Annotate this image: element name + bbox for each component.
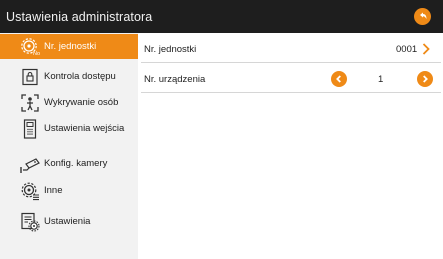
intercom-panel-icon	[19, 118, 41, 140]
sidebar-item-unit-number[interactable]: No Nr. jednostki	[0, 34, 138, 59]
sidebar-item-settings[interactable]: Ustawienia	[0, 209, 138, 234]
camera-icon	[19, 153, 41, 175]
sidebar-item-label: Wykrywanie osób	[44, 97, 119, 108]
back-button[interactable]	[414, 8, 431, 25]
sidebar-item-label: Inne	[44, 185, 63, 196]
sidebar-item-label: Konfig. kamery	[44, 158, 108, 169]
back-arrow-icon	[420, 12, 427, 19]
sidebar-item-label: Ustawienia wejścia	[44, 123, 125, 134]
sidebar-item-entry-settings[interactable]: Ustawienia wejścia	[0, 116, 138, 141]
settings-list-icon	[19, 180, 41, 202]
sidebar: No Nr. jednostki Kontrola dostępu Wykryw…	[0, 33, 138, 259]
device-number-value: 1	[378, 74, 384, 85]
sidebar-item-person-detection[interactable]: Wykrywanie osób	[0, 90, 138, 115]
sidebar-item-other[interactable]: Inne	[0, 178, 138, 203]
unit-number-gear-icon: No	[19, 36, 41, 58]
unit-number-label: Nr. jednostki	[144, 44, 197, 55]
sidebar-item-label: Kontrola dostępu	[44, 71, 116, 82]
sidebar-item-camera-config[interactable]: Konfig. kamery	[0, 151, 138, 176]
chevron-right-icon[interactable]	[421, 42, 431, 56]
sidebar-item-access-control[interactable]: Kontrola dostępu	[0, 64, 138, 89]
sidebar-item-label: Nr. jednostki	[44, 41, 97, 52]
main-content: Nr. jednostki 0001 Nr. urządzenia 1	[138, 33, 443, 259]
top-bar: Ustawienia administratora	[0, 0, 443, 33]
increment-button[interactable]	[417, 71, 433, 87]
unit-number-row[interactable]: Nr. jednostki 0001	[141, 35, 441, 63]
device-number-row: Nr. urządzenia 1	[141, 65, 441, 93]
sidebar-item-label: Ustawienia	[44, 216, 91, 227]
svg-text:No: No	[33, 51, 40, 57]
decrement-button[interactable]	[331, 71, 347, 87]
door-lock-icon	[19, 66, 41, 88]
unit-number-value: 0001	[396, 44, 418, 55]
chevron-right-icon	[423, 75, 428, 83]
settings-document-icon	[19, 211, 41, 233]
page-title: Ustawienia administratora	[6, 9, 153, 24]
person-detection-icon	[19, 92, 41, 114]
device-number-label: Nr. urządzenia	[144, 74, 206, 85]
chevron-left-icon	[336, 75, 341, 83]
